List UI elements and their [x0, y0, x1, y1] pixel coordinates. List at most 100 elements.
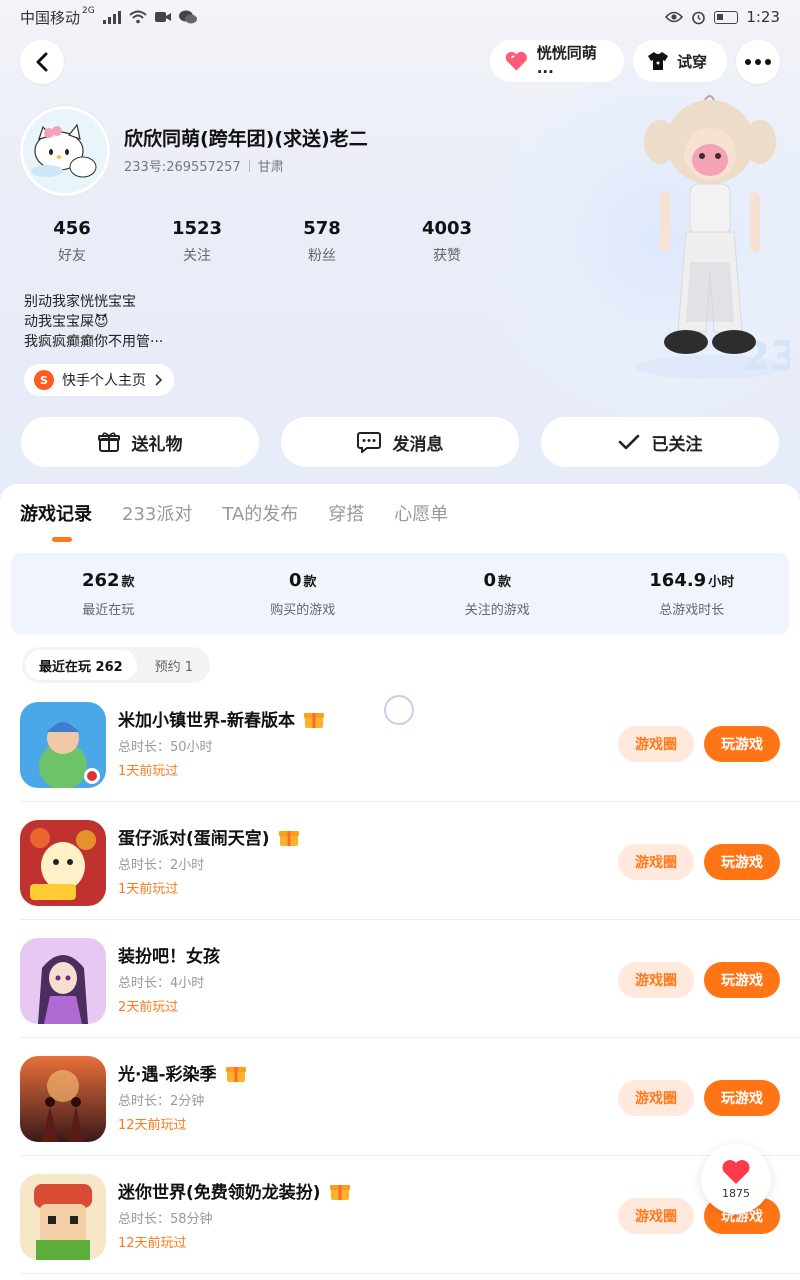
game-last-played: 12天前玩过	[118, 1236, 187, 1251]
tab-outfits[interactable]: 穿搭	[328, 500, 364, 526]
game-icon	[20, 820, 106, 906]
tab-233-party[interactable]: 233派对	[122, 500, 192, 526]
play-game-button[interactable]: 玩游戏	[704, 962, 780, 998]
segment-control: 最近在玩 262 预约 1	[22, 647, 211, 683]
user-id[interactable]: 233号:269557257	[124, 156, 241, 175]
summary-label: 总游戏时长	[659, 603, 725, 618]
game-last-played: 12天前玩过	[118, 1118, 187, 1133]
game-name: 装扮吧！女孩	[118, 942, 220, 967]
nickname: 欣欣同萌(跨年团)(求送)老二	[124, 128, 368, 150]
game-name: 米加小镇世界-新春版本	[118, 706, 325, 731]
companion-label: 恍恍同萌···	[536, 43, 597, 81]
chevron-left-icon	[36, 52, 48, 72]
network-label: 2G	[82, 6, 95, 16]
stat-label: 关注	[183, 248, 211, 264]
wifi-icon	[129, 10, 147, 24]
game-icon	[20, 1174, 106, 1260]
game-row[interactable]: 迷你世界(免费领奶龙装扮) 总时长：58分钟 12天前玩过 游戏圈 玩游戏	[20, 1156, 800, 1274]
send-message-label: 发消息	[392, 434, 444, 455]
alarm-icon	[692, 11, 706, 24]
stat-value: 4003	[421, 218, 473, 239]
bio-line: 别动我家恍恍宝宝	[24, 294, 136, 310]
game-cover-image	[20, 820, 106, 906]
game-cover-image	[20, 702, 106, 788]
stat-label: 获赞	[433, 248, 461, 264]
game-list: 米加小镇世界-新春版本 总时长：50小时 1天前玩过 游戏圈 玩游戏 蛋仔派对(…	[0, 684, 800, 1274]
game-icon	[20, 702, 106, 788]
gift-box-icon	[329, 1184, 350, 1200]
summary-purchased[interactable]: 0款 购买的游戏	[206, 553, 401, 635]
clock: 1:23	[746, 8, 780, 26]
tab-wishlist[interactable]: 心愿单	[394, 500, 448, 526]
user-subinfo: 233号:269557257 甘肃	[124, 156, 284, 175]
game-row[interactable]: 米加小镇世界-新春版本 总时长：50小时 1天前玩过 游戏圈 玩游戏	[20, 684, 800, 802]
summary-playtime[interactable]: 164.9 小时 总游戏时长	[595, 553, 790, 635]
game-circle-button[interactable]: 游戏圈	[618, 962, 694, 998]
more-button[interactable]	[736, 40, 780, 84]
back-button[interactable]	[20, 40, 64, 84]
game-circle-button[interactable]: 游戏圈	[618, 1080, 694, 1116]
summary-unit: 款	[121, 575, 135, 590]
game-title: 光·遇-彩染季	[118, 1065, 217, 1085]
followed-button[interactable]: 已关注	[541, 417, 779, 467]
game-circle-button[interactable]: 游戏圈	[618, 726, 694, 762]
chevron-right-icon	[155, 374, 162, 386]
stat-friends[interactable]: 456 好友	[20, 218, 145, 265]
summary-value: 164.9	[649, 570, 707, 591]
region-label: 甘肃	[257, 160, 284, 175]
summary-unit: 款	[498, 575, 512, 590]
game-circle-button[interactable]: 游戏圈	[618, 844, 694, 880]
summary-label: 购买的游戏	[270, 603, 336, 618]
avatar[interactable]	[20, 106, 110, 196]
summary-label: 关注的游戏	[464, 603, 530, 618]
summary-unit: 小时	[708, 575, 735, 590]
summary-label: 最近在玩	[82, 603, 135, 618]
game-duration: 总时长：58分钟	[118, 1212, 213, 1227]
stat-fans[interactable]: 578 粉丝	[270, 218, 395, 265]
companion-button[interactable]: 恍恍同萌···	[490, 40, 624, 82]
game-duration: 总时长：2小时	[118, 858, 205, 873]
play-game-button[interactable]: 玩游戏	[704, 726, 780, 762]
segment-reserved[interactable]: 预约 1	[141, 650, 207, 680]
play-game-button[interactable]: 玩游戏	[704, 1080, 780, 1116]
stat-following[interactable]: 1523 关注	[145, 218, 270, 265]
game-row[interactable]: 蛋仔派对(蛋闹天宫) 总时长：2小时 1天前玩过 游戏圈 玩游戏	[20, 802, 800, 920]
game-row[interactable]: 光·遇-彩染季 总时长：2分钟 12天前玩过 游戏圈 玩游戏	[20, 1038, 800, 1156]
send-gift-button[interactable]: 送礼物	[21, 417, 259, 467]
profile-stats: 456 好友 1523 关注 578 粉丝 4003 获赞	[20, 218, 520, 265]
game-title: 迷你世界(免费领奶龙装扮)	[118, 1183, 321, 1203]
segment-recent[interactable]: 最近在玩 262	[25, 650, 137, 680]
game-icon	[20, 1056, 106, 1142]
tab-game-records[interactable]: 游戏记录	[20, 500, 92, 526]
shirt-icon	[648, 52, 668, 70]
stat-value: 456	[53, 218, 91, 239]
summary-value: 0	[483, 570, 496, 591]
summary-value: 262	[81, 570, 120, 591]
stat-label: 好友	[58, 248, 86, 264]
try-on-button[interactable]: 试穿	[633, 40, 727, 82]
message-icon	[356, 432, 381, 453]
play-game-button[interactable]: 玩游戏	[704, 844, 780, 880]
gift-box-icon	[278, 830, 299, 846]
hello-kitty-avatar-icon	[23, 109, 107, 193]
stat-likes[interactable]: 4003 获赞	[395, 218, 520, 265]
floating-like-button[interactable]: 1875	[701, 1144, 771, 1214]
more-dots-icon	[745, 59, 771, 65]
active-tab-indicator	[52, 537, 72, 542]
summary-recent[interactable]: 262 款 最近在玩	[11, 553, 206, 635]
send-message-button[interactable]: 发消息	[281, 417, 519, 467]
summary-value: 0	[288, 570, 302, 591]
tab-posts[interactable]: TA的发布	[222, 500, 298, 526]
game-circle-button[interactable]: 游戏圈	[618, 1198, 694, 1234]
game-row[interactable]: 装扮吧！女孩 总时长：4小时 2天前玩过 游戏圈 玩游戏	[20, 920, 800, 1038]
kuaishou-profile-link[interactable]: S 快手个人主页	[24, 364, 174, 396]
game-last-played: 2天前玩过	[118, 1000, 179, 1015]
like-count: 1875	[722, 1186, 750, 1200]
heart-icon	[505, 51, 527, 71]
gift-icon	[97, 432, 120, 452]
signal-icon	[102, 10, 121, 24]
game-name: 蛋仔派对(蛋闹天宫)	[118, 824, 300, 849]
divider	[248, 159, 250, 172]
summary-followed[interactable]: 0款 关注的游戏	[400, 553, 595, 635]
bio-line: 动我宝宝屎😈	[24, 314, 109, 330]
